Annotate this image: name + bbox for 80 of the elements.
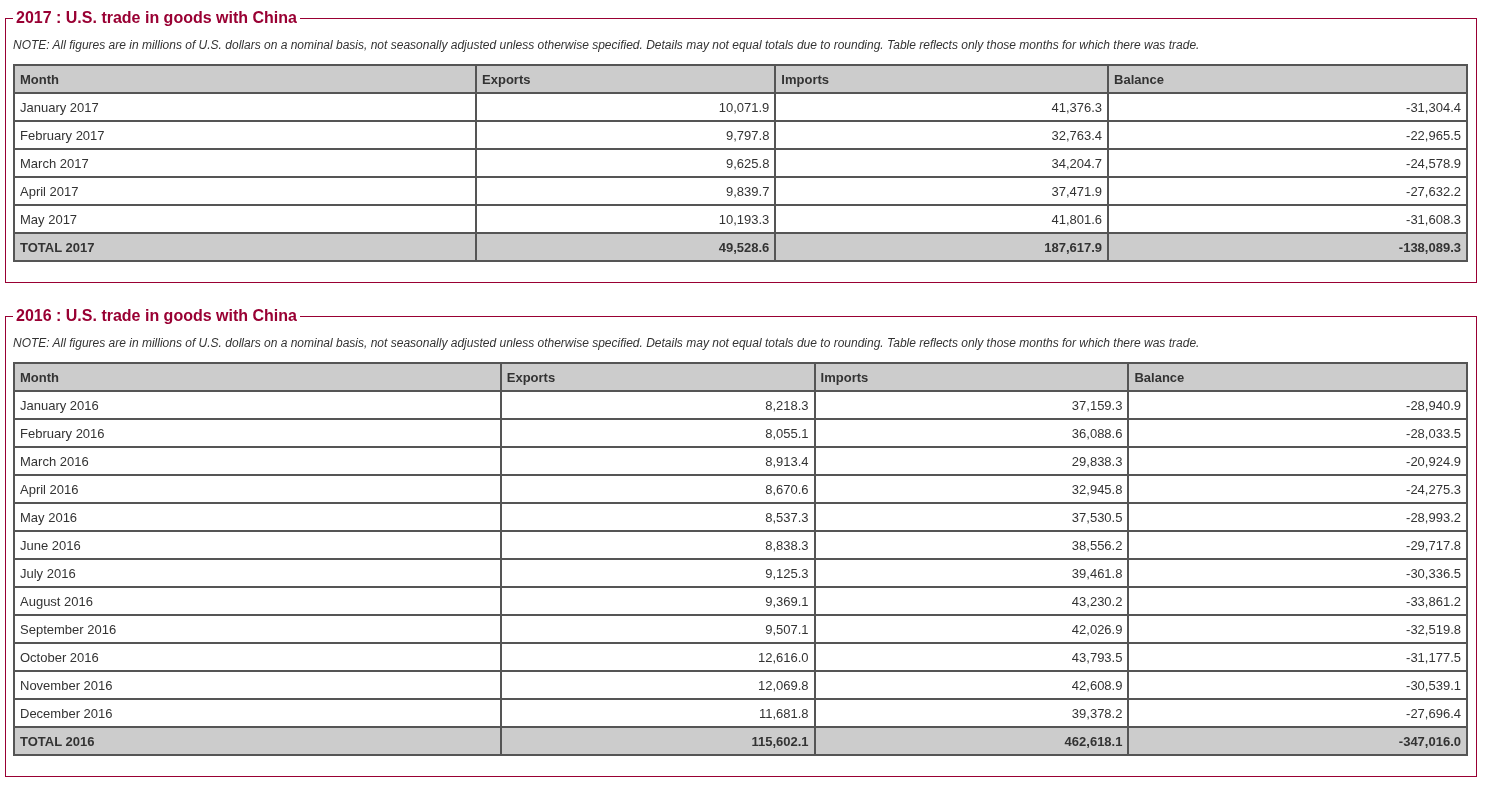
column-header: Balance xyxy=(1128,363,1467,391)
table-cell: -30,539.1 xyxy=(1128,671,1467,699)
table-cell: 37,530.5 xyxy=(814,503,1129,531)
table-cell: September 2016 xyxy=(14,615,501,643)
total-cell: 49,528.6 xyxy=(476,233,776,261)
note-text: NOTE: All figures are in millions of U.S. dollars on a nominal basis, not seasonally adjusted unless otherwise specified. Details may not equal totals due to rounding. Table reflects only those months for which there was trade. xyxy=(13,37,1201,54)
table-cell: March 2016 xyxy=(14,447,501,475)
table-cell: 9,125.3 xyxy=(500,559,815,587)
total-cell: -347,016.0 xyxy=(1128,727,1467,755)
table-cell: -31,177.5 xyxy=(1128,643,1467,671)
table-cell: February 2017 xyxy=(14,121,477,149)
total-cell: TOTAL 2017 xyxy=(14,233,477,261)
table-cell: -28,940.9 xyxy=(1128,391,1467,419)
table-cell: 36,088.6 xyxy=(814,419,1129,447)
section-title: 2017 : U.S. trade in goods with China xyxy=(15,10,298,26)
table-cell: 42,608.9 xyxy=(814,671,1129,699)
table-cell: -31,304.4 xyxy=(1108,93,1467,121)
table-cell: August 2016 xyxy=(14,587,501,615)
table-cell: January 2017 xyxy=(14,93,477,121)
table-cell: April 2017 xyxy=(14,177,477,205)
table-cell: 34,204.7 xyxy=(775,149,1109,177)
total-cell: TOTAL 2016 xyxy=(14,727,501,755)
section-title: 2016 : U.S. trade in goods with China xyxy=(15,308,298,324)
table-cell: April 2016 xyxy=(14,475,501,503)
column-header: Month xyxy=(14,363,501,391)
table-cell: 41,376.3 xyxy=(775,93,1109,121)
table-cell: May 2016 xyxy=(14,503,501,531)
table-cell: -33,861.2 xyxy=(1128,587,1467,615)
table-cell: -32,519.8 xyxy=(1128,615,1467,643)
table-cell: -28,993.2 xyxy=(1128,503,1467,531)
table-cell: 10,071.9 xyxy=(476,93,776,121)
table-cell: 39,461.8 xyxy=(814,559,1129,587)
table-cell: -29,717.8 xyxy=(1128,531,1467,559)
total-cell: 187,617.9 xyxy=(775,233,1109,261)
table-cell: -30,336.5 xyxy=(1128,559,1467,587)
column-header: Imports xyxy=(814,363,1129,391)
table-cell: 8,913.4 xyxy=(500,447,815,475)
note-text: NOTE: All figures are in millions of U.S. dollars on a nominal basis, not seasonally adjusted unless otherwise specified. Details may not equal totals due to rounding. Table reflects only those months for which there was trade. xyxy=(13,335,1201,352)
table-cell: 8,670.6 xyxy=(500,475,815,503)
table-cell: -28,033.5 xyxy=(1128,419,1467,447)
table-cell: 9,839.7 xyxy=(476,177,776,205)
table-cell: 42,026.9 xyxy=(814,615,1129,643)
total-cell: 462,618.1 xyxy=(814,727,1129,755)
column-header: Month xyxy=(14,65,477,93)
table-cell: -27,632.2 xyxy=(1108,177,1467,205)
table-cell: 9,797.8 xyxy=(476,121,776,149)
total-cell: 115,602.1 xyxy=(500,727,815,755)
table-cell: 32,945.8 xyxy=(814,475,1129,503)
table-cell: 8,218.3 xyxy=(500,391,815,419)
table-cell: 8,838.3 xyxy=(500,531,815,559)
table-cell: October 2016 xyxy=(14,643,501,671)
table-cell: 37,159.3 xyxy=(814,391,1129,419)
column-header: Exports xyxy=(500,363,815,391)
table-cell: 43,793.5 xyxy=(814,643,1129,671)
table-cell: 43,230.2 xyxy=(814,587,1129,615)
table-cell: July 2016 xyxy=(14,559,501,587)
column-header: Exports xyxy=(476,65,776,93)
table-cell: -22,965.5 xyxy=(1108,121,1467,149)
table-cell: February 2016 xyxy=(14,419,501,447)
table-cell: -20,924.9 xyxy=(1128,447,1467,475)
table-cell: 12,616.0 xyxy=(500,643,815,671)
table-cell: 29,838.3 xyxy=(814,447,1129,475)
table-cell: January 2016 xyxy=(14,391,501,419)
column-header: Imports xyxy=(775,65,1109,93)
table-cell: 9,369.1 xyxy=(500,587,815,615)
table-cell: 12,069.8 xyxy=(500,671,815,699)
table-cell: November 2016 xyxy=(14,671,501,699)
table-cell: 37,471.9 xyxy=(775,177,1109,205)
table-cell: 9,625.8 xyxy=(476,149,776,177)
table-cell: June 2016 xyxy=(14,531,501,559)
table-cell: 32,763.4 xyxy=(775,121,1109,149)
table-cell: 38,556.2 xyxy=(814,531,1129,559)
table-cell: 9,507.1 xyxy=(500,615,815,643)
table-cell: 8,055.1 xyxy=(500,419,815,447)
table-cell: -24,275.3 xyxy=(1128,475,1467,503)
table-cell: March 2017 xyxy=(14,149,477,177)
table-cell: -24,578.9 xyxy=(1108,149,1467,177)
table-cell: 8,537.3 xyxy=(500,503,815,531)
total-cell: -138,089.3 xyxy=(1108,233,1467,261)
column-header: Balance xyxy=(1108,65,1467,93)
